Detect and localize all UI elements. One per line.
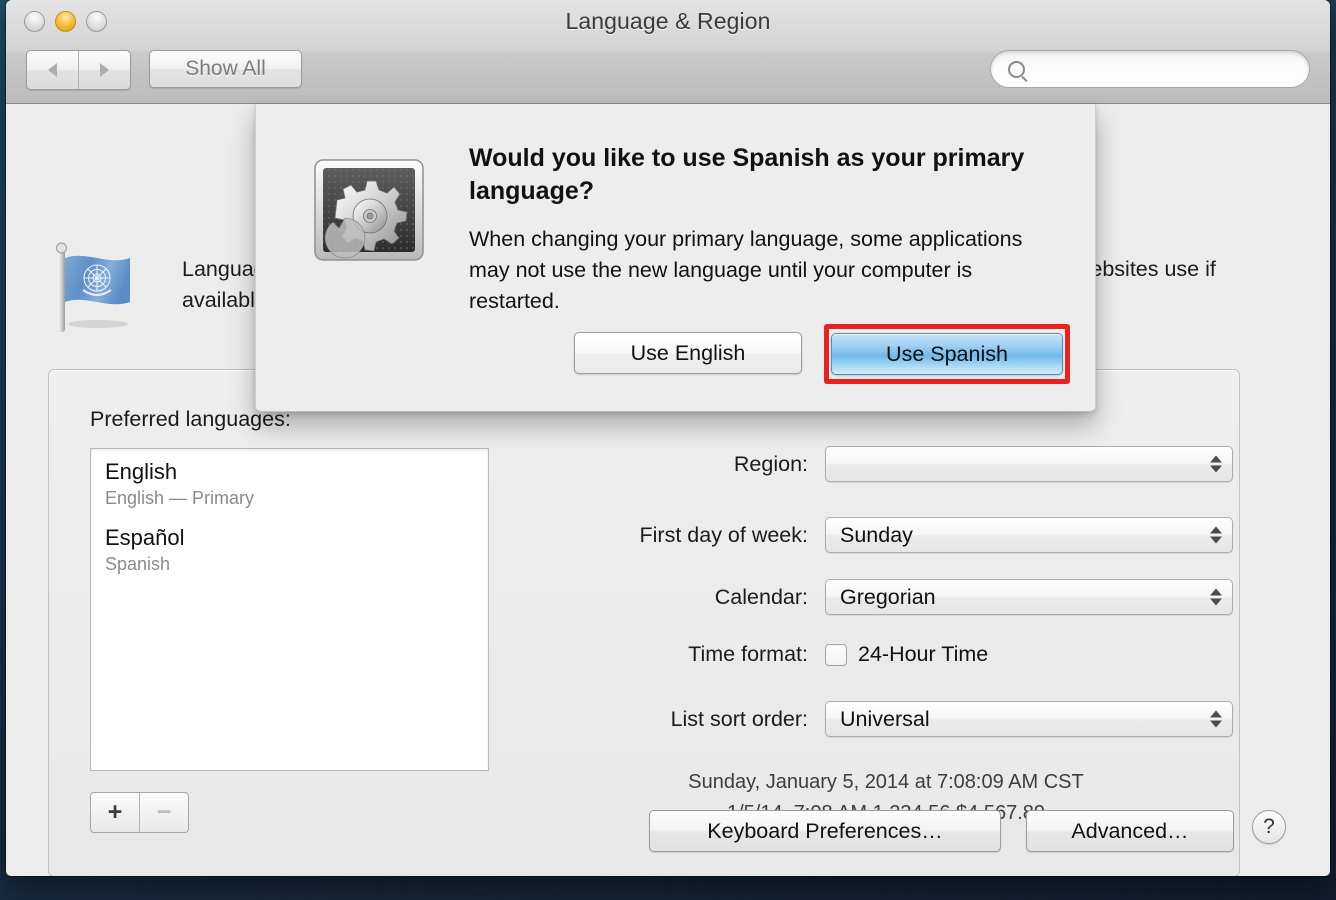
format-preview-line1: Sunday, January 5, 2014 at 7:08:09 AM CS… [526,767,1246,798]
add-remove-language-controls[interactable]: + − [90,792,189,833]
list-sort-order-popup-button[interactable]: Universal [825,701,1233,737]
first-day-of-week-row: First day of week: Sunday [528,517,1233,553]
language-subtitle: Spanish [105,551,488,577]
list-item[interactable]: English English — Primary [91,449,488,515]
keyboard-preferences-button[interactable]: Keyboard Preferences… [649,810,1001,852]
chevron-updown-icon [1210,589,1222,606]
calendar-value: Gregorian [840,585,936,610]
forward-button[interactable] [78,51,130,89]
remove-language-button[interactable]: − [139,793,188,832]
first-day-of-week-label: First day of week: [528,523,825,548]
use-spanish-button[interactable]: Use Spanish [831,333,1063,375]
window-title: Language & Region [6,8,1330,35]
navigation-segmented-control[interactable] [26,50,131,90]
calendar-label: Calendar: [528,585,825,610]
window-titlebar: Language & Region Show All [6,0,1330,104]
chevron-updown-icon [1210,527,1222,544]
show-all-button[interactable]: Show All [149,50,302,88]
list-item[interactable]: Español Spanish [91,515,488,581]
chevron-updown-icon [1210,456,1222,473]
language-name: Español [105,524,488,551]
use-english-button[interactable]: Use English [574,332,802,374]
time-format-checkbox-group[interactable]: 24-Hour Time [825,642,988,667]
search-icon [1008,61,1025,78]
24-hour-time-label: 24-Hour Time [847,642,988,667]
sheet-headline: Would you like to use Spanish as your pr… [469,142,1049,208]
calendar-popup-button[interactable]: Gregorian [825,579,1233,615]
preferred-languages-list[interactable]: English English — Primary Español Spanis… [90,448,489,771]
region-row: Region: [528,446,1233,482]
sheet-body-text: When changing your primary language, som… [469,224,1055,317]
language-subtitle: English — Primary [105,485,488,511]
help-button[interactable]: ? [1252,810,1286,844]
system-preferences-gear-icon [309,150,429,270]
back-arrow-icon [48,63,57,77]
advanced-button[interactable]: Advanced… [1026,810,1234,852]
use-spanish-highlight-wrapper: Use Spanish [824,324,1070,384]
first-day-of-week-value: Sunday [840,523,913,548]
back-button[interactable] [27,51,78,89]
first-day-of-week-popup-button[interactable]: Sunday [825,517,1233,553]
list-sort-order-value: Universal [840,707,930,732]
calendar-row: Calendar: Gregorian [528,579,1233,615]
time-format-label: Time format: [528,642,825,667]
24-hour-time-checkbox[interactable] [825,644,847,666]
time-format-row: Time format: 24-Hour Time [528,642,988,667]
forward-arrow-icon [100,63,109,77]
system-preferences-window: Language & Region Show All [6,0,1330,876]
united-nations-flag-icon [46,236,150,340]
region-popup-button[interactable] [825,446,1233,482]
primary-language-confirmation-sheet: Would you like to use Spanish as your pr… [255,104,1096,412]
search-field[interactable] [990,50,1310,88]
list-sort-order-label: List sort order: [528,707,825,732]
region-label: Region: [528,452,825,477]
list-sort-order-row: List sort order: Universal [528,701,1233,737]
add-language-button[interactable]: + [91,793,139,832]
search-input[interactable] [1034,58,1278,81]
chevron-updown-icon [1210,711,1222,728]
language-name: English [105,458,488,485]
